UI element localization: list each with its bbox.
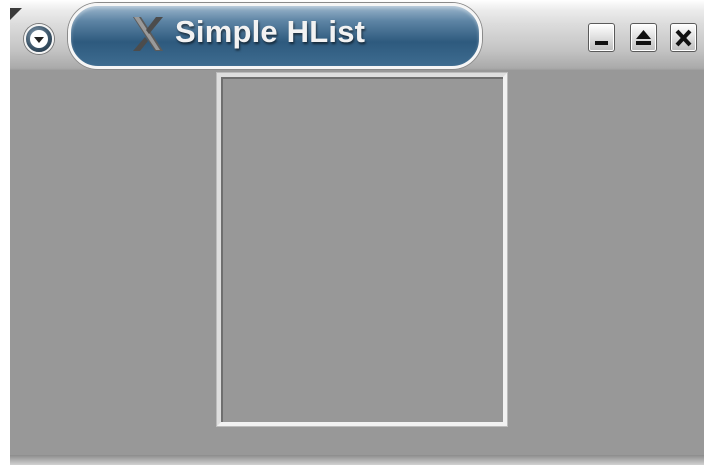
hlist-listbox[interactable]	[217, 73, 507, 426]
app-window: Simple HList	[10, 0, 704, 465]
minimize-button[interactable]	[588, 23, 615, 52]
x-logo-icon	[133, 17, 163, 51]
close-button[interactable]	[670, 23, 697, 52]
window-menu-button[interactable]	[24, 24, 54, 54]
close-icon	[675, 29, 692, 47]
window-bottom-border[interactable]	[10, 455, 704, 465]
window-corner-mark	[10, 8, 22, 20]
maximize-button[interactable]	[630, 23, 657, 52]
window-title: Simple HList	[175, 14, 366, 49]
title-bar[interactable]: Simple HList	[10, 0, 704, 70]
chevron-down-icon	[34, 37, 44, 43]
window-content	[10, 70, 704, 455]
title-pill[interactable]: Simple HList	[68, 3, 482, 69]
minimize-icon	[595, 41, 608, 45]
maximize-icon	[636, 30, 651, 45]
